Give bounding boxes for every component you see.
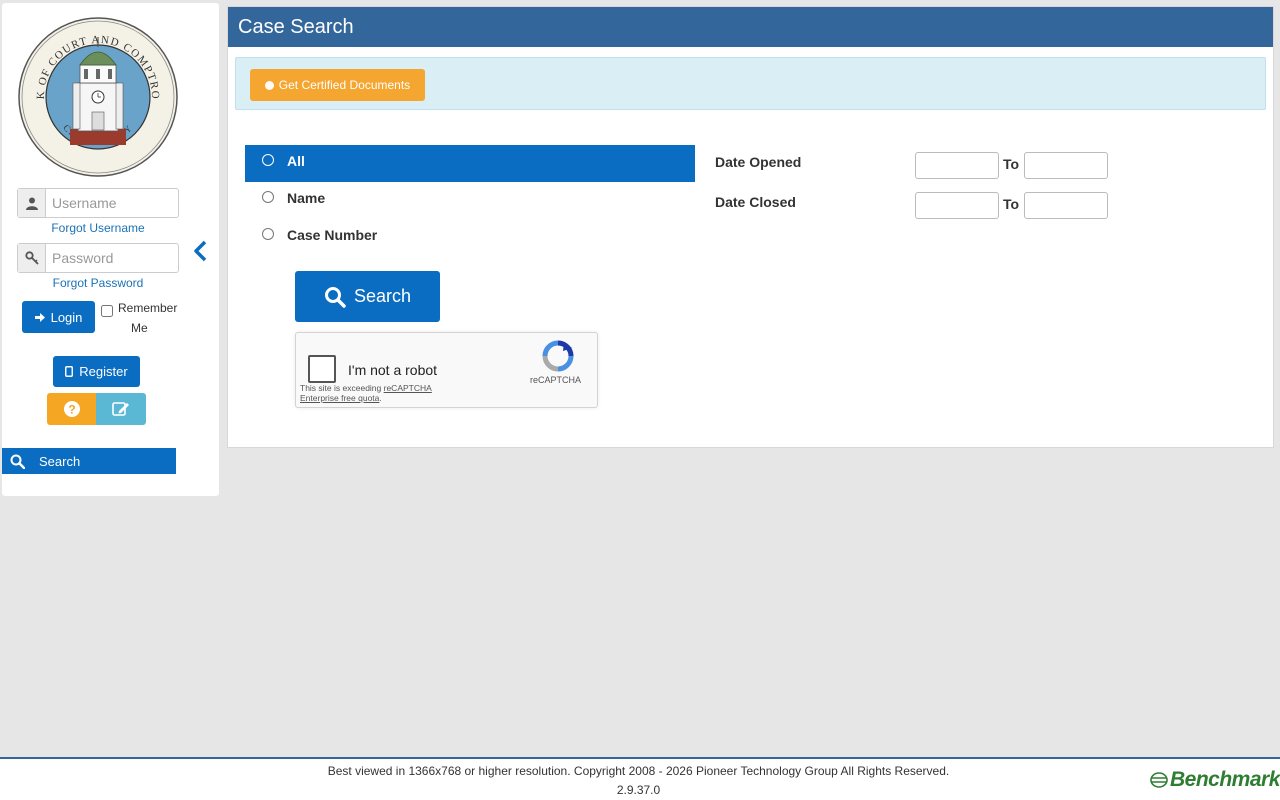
search-button[interactable]: Search	[295, 271, 440, 322]
edit-button[interactable]	[96, 393, 146, 425]
county-seal-logo: CLERK OF COURT AND COMPTROLLER CLAY COUN…	[18, 17, 178, 177]
remember-me-checkbox[interactable]	[101, 305, 113, 317]
date-opened-label: Date Opened	[715, 154, 802, 170]
sidebar-item-label: Search	[39, 453, 81, 469]
date-opened-to-input[interactable]	[1024, 152, 1108, 179]
radio-option-all[interactable]: All	[245, 145, 695, 182]
page-title: Case Search	[238, 15, 354, 38]
sign-in-icon	[34, 312, 45, 322]
radio-label: Name	[287, 190, 326, 206]
certified-label: Get Certified Documents	[278, 78, 411, 92]
login-label: Login	[50, 309, 83, 325]
radio-button[interactable]	[262, 154, 274, 166]
help-button[interactable]: ?	[47, 393, 96, 425]
tablet-icon	[65, 366, 74, 377]
benchmark-globe-icon	[1150, 772, 1168, 788]
certified-documents-banner: Get Certified Documents	[235, 57, 1266, 110]
search-icon	[324, 286, 346, 308]
recaptcha-quota-notice: This site is exceeding reCAPTCHA Enterpr…	[300, 383, 432, 403]
date-closed-from-input[interactable]	[915, 192, 999, 219]
forgot-password-link[interactable]: Forgot Password	[17, 276, 179, 290]
radio-button[interactable]	[262, 191, 274, 203]
recaptcha-brand: reCAPTCHA	[530, 375, 582, 385]
enterprise-quota-link[interactable]: Enterprise free quota	[300, 393, 379, 403]
search-button-label: Search	[353, 286, 412, 306]
remember-label-line1: Remember	[118, 301, 178, 315]
radio-button[interactable]	[262, 228, 274, 240]
radio-label: All	[287, 153, 305, 169]
svg-text:?: ?	[68, 403, 75, 417]
username-input[interactable]	[46, 189, 178, 217]
benchmark-brand-text: Benchmark	[1170, 768, 1280, 791]
date-closed-to-label: To	[1003, 196, 1020, 212]
radio-option-name[interactable]: Name	[245, 182, 695, 219]
register-label: Register	[79, 364, 128, 379]
sidebar-item-search[interactable]: Search	[2, 448, 176, 474]
username-group	[17, 188, 179, 218]
question-circle-icon: ?	[63, 401, 80, 417]
recaptcha-link[interactable]: reCAPTCHA	[384, 383, 432, 393]
certificate-icon	[264, 80, 274, 90]
recaptcha-logo-icon	[542, 340, 574, 372]
quota-prefix: This site is exceeding	[300, 383, 384, 393]
forgot-username-link[interactable]: Forgot Username	[17, 221, 179, 235]
search-icon	[10, 454, 25, 469]
date-closed-to-input[interactable]	[1024, 192, 1108, 219]
recaptcha-label: I'm not a robot	[348, 362, 438, 378]
date-opened-from-input[interactable]	[915, 152, 999, 179]
radio-label: Case Number	[287, 227, 378, 243]
user-icon	[18, 189, 46, 217]
radio-option-case-number[interactable]: Case Number	[245, 219, 695, 256]
edit-icon	[112, 402, 129, 416]
benchmark-logo: Benchmark	[1150, 768, 1280, 792]
login-button[interactable]: Login	[22, 301, 95, 333]
sidebar: CLERK OF COURT AND COMPTROLLER CLAY COUN…	[2, 3, 219, 496]
recaptcha-widget: I'm not a robot This site is exceeding r…	[295, 332, 598, 408]
password-group	[17, 243, 179, 273]
get-certified-documents-button[interactable]: Get Certified Documents	[250, 69, 425, 101]
panel-header: Case Search	[228, 7, 1273, 47]
version-text: 2.9.37.0	[616, 783, 661, 797]
remember-label-line2: Me	[131, 321, 148, 335]
copyright-text: Best viewed in 1366x768 or higher resolu…	[327, 764, 950, 778]
password-input[interactable]	[46, 244, 178, 272]
quota-suffix: .	[379, 393, 382, 403]
date-closed-label: Date Closed	[715, 194, 796, 210]
case-search-panel: Case Search Get Certified Documents All …	[227, 6, 1274, 448]
date-opened-to-label: To	[1003, 156, 1020, 172]
key-icon	[18, 244, 46, 272]
collapse-sidebar-chevron-icon[interactable]	[191, 239, 211, 263]
recaptcha-checkbox[interactable]	[308, 355, 336, 383]
register-button[interactable]: Register	[53, 356, 140, 387]
footer: Best viewed in 1366x768 or higher resolu…	[0, 757, 1280, 800]
